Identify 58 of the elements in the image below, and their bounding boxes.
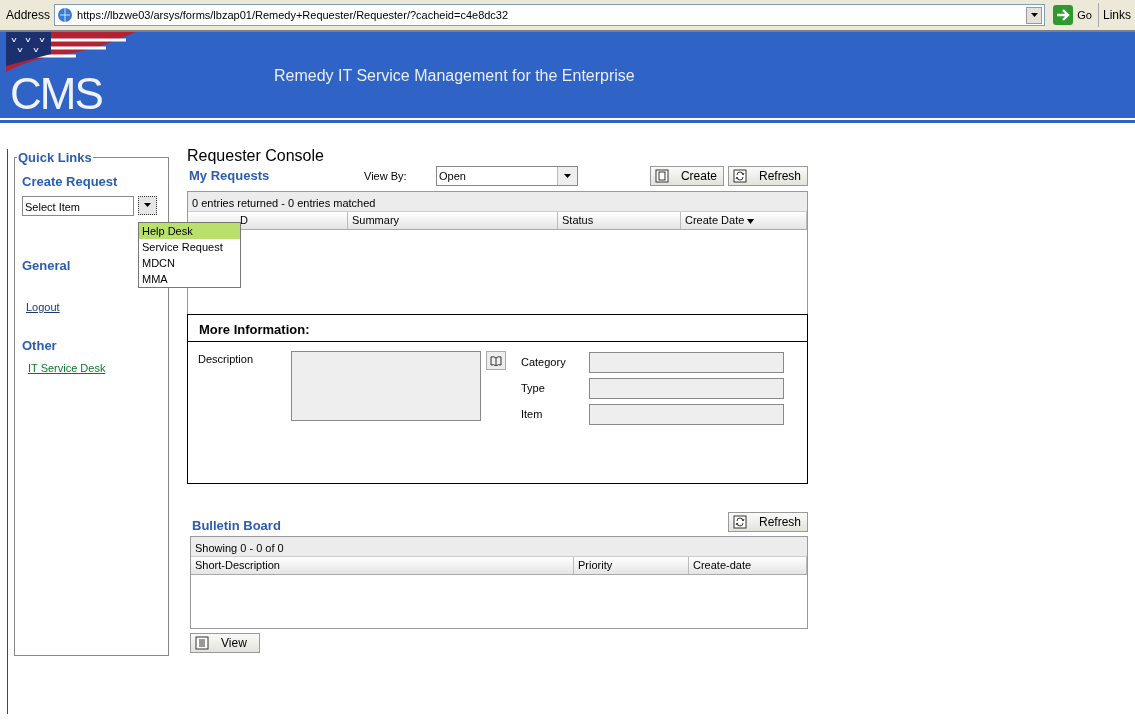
refresh-icon [732,515,747,529]
menu-item[interactable]: MMA [139,271,240,287]
view-button[interactable]: View [190,633,260,653]
panel-legend: Quick Links [17,151,93,164]
book-button[interactable] [486,351,506,370]
column-header[interactable]: Short-Description [191,557,574,574]
url-text: https://lbzwe03/arsys/forms/lbzap01/Remedy+Requester/Requester/?cacheid=c4e8dc32 [77,7,510,23]
menu-item[interactable]: Service Request [139,239,240,255]
page-icon [57,7,74,23]
text-field[interactable] [589,377,784,399]
section-heading: General [22,256,71,275]
select-field[interactable]: Select Item [22,195,134,216]
section-heading: Create Request [22,173,118,191]
caret-icon [562,171,573,181]
dropdown-button[interactable] [1026,6,1043,24]
sort-arrow-icon [746,216,756,225]
console-title: Requester Console [187,147,325,165]
create-icon [654,169,669,183]
result-count: Showing 0 - 0 of 0 [191,537,807,557]
panel-heading: More Information: [188,315,807,342]
field-label: Category [521,354,567,370]
address-field[interactable]: https://lbzwe03/arsys/forms/lbzap01/Remedy+Requester/Requester/?cacheid=c4e8dc32 [54,4,1046,26]
book-icon [490,355,502,366]
view-by-label: View By: [364,168,408,184]
link[interactable]: Logout [26,299,60,316]
column-header[interactable]: D [188,212,348,229]
field-label: Item [521,406,544,422]
menu-item[interactable]: Help Desk [139,223,240,239]
view-by-dropdown[interactable]: Open [436,166,578,186]
caret-icon [1028,10,1040,20]
text-field[interactable] [589,351,784,373]
link[interactable]: IT Service Desk [28,359,106,376]
field-label: Type [521,380,546,396]
section-heading: My Requests [189,167,271,186]
column-header[interactable]: Create Date [681,212,807,229]
links-label[interactable]: Links [1103,6,1131,24]
menu-item[interactable]: MDCN [139,255,240,271]
create-button[interactable]: Create [649,166,724,186]
result-count: 0 entries returned - 0 entries matched [188,192,807,212]
section-heading: Bulletin Board [192,516,281,535]
refresh-button[interactable]: Refresh [727,512,808,532]
logo-text: CMS [10,72,103,116]
list-icon [195,636,209,650]
column-header[interactable]: Status [558,212,681,229]
caret-icon [142,200,153,210]
column-header[interactable]: Create-date [689,557,807,574]
banner-title: Remedy IT Service Management for the Enterprise [274,66,635,86]
field-label: Description [198,352,255,367]
column-header[interactable]: Priority [574,557,689,574]
refresh-icon [732,169,747,183]
column-header[interactable]: Summary [348,212,558,229]
text-field[interactable] [589,403,784,425]
go-button[interactable]: Go [1049,3,1099,27]
address-label: Address [6,7,51,24]
dropdown-button[interactable] [138,195,157,215]
refresh-button[interactable]: Refresh [727,166,808,186]
description-field[interactable] [291,351,481,421]
section-heading: Other [22,337,57,355]
